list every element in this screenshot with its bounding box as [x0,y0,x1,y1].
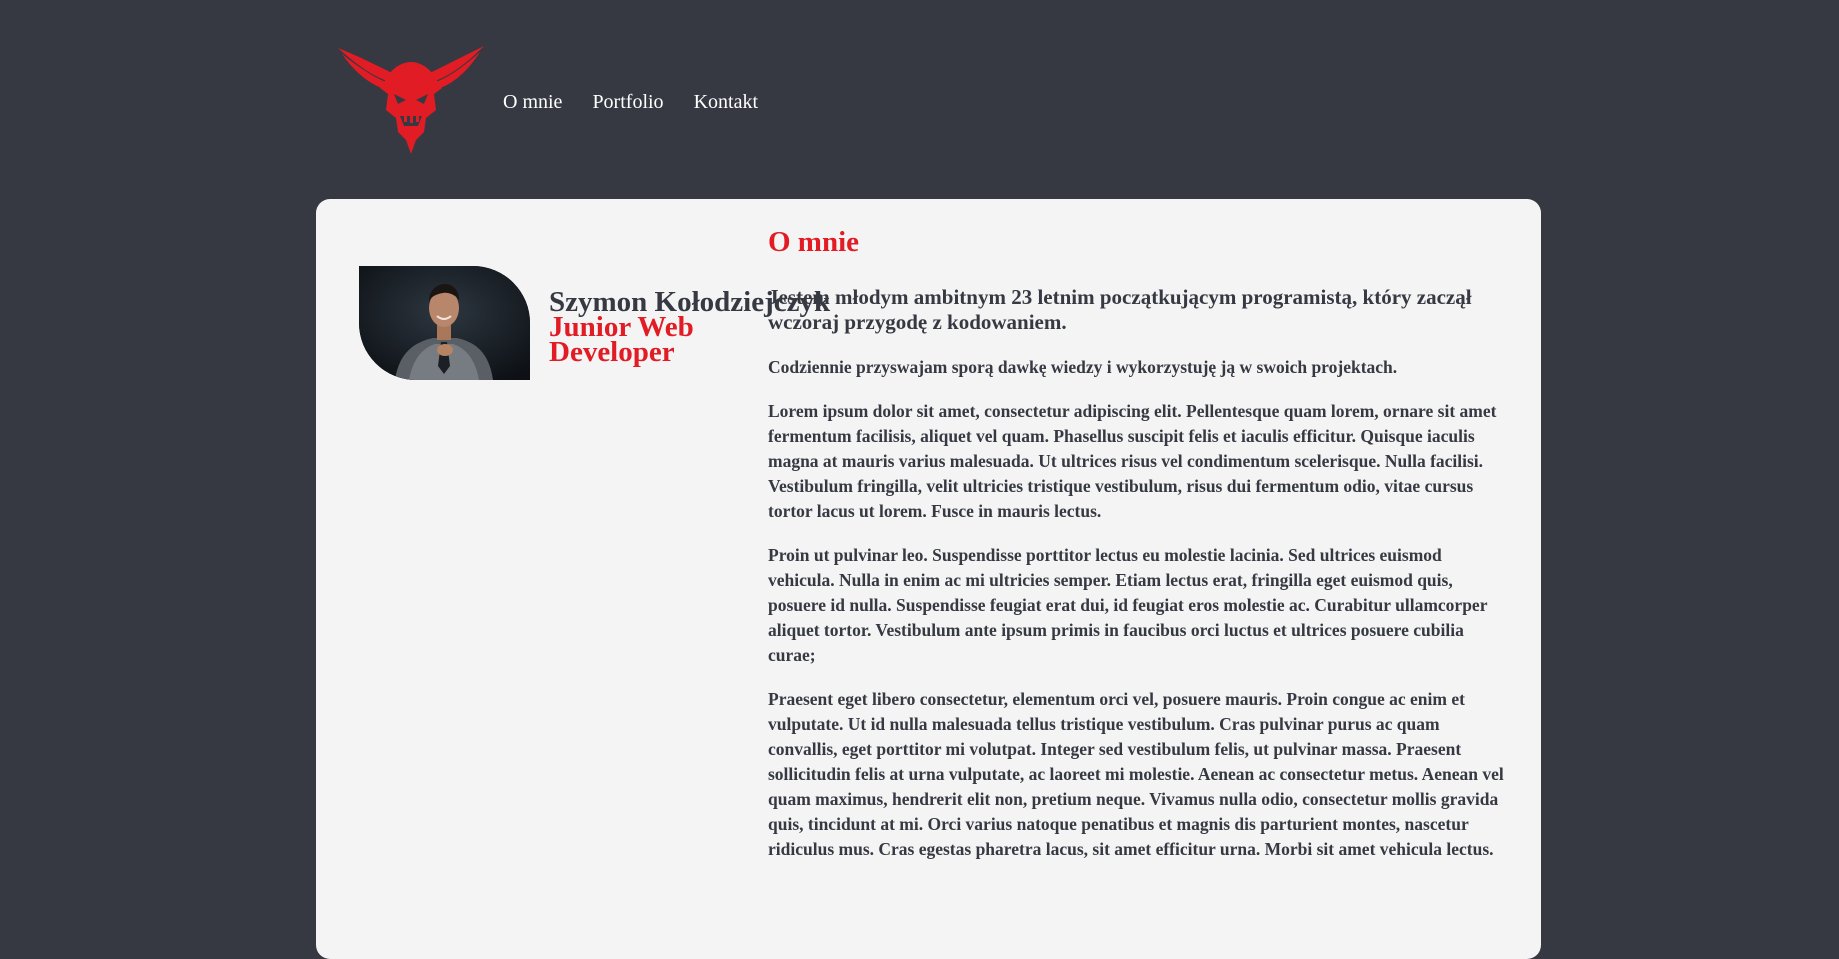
profile-role: Junior Web Developer [549,311,694,368]
paragraph: Codziennie przyswajam sporą dawkę wiedzy… [768,357,1398,377]
paragraph: Praesent eget libero consectetur, elemen… [768,689,1504,859]
site-header: O mnie Portfolio Kontakt [0,0,1839,200]
main-nav: O mnie Portfolio Kontakt [503,90,788,114]
profile-photo [359,266,530,380]
nav-link-portfolio[interactable]: Portfolio [592,90,663,114]
demon-logo-svg [338,46,484,154]
demon-logo-icon[interactable] [338,44,484,154]
section-title: O mnie [768,226,860,258]
about-section: O mnie Jestem młodym ambitnym 23 letnim … [768,225,1508,881]
profile: Szymon Kołodziejczyk Junior Web Develope… [359,266,830,380]
content-card: Szymon Kołodziejczyk Junior Web Develope… [316,199,1541,959]
nav-link-kontakt[interactable]: Kontakt [694,90,758,114]
paragraph: Proin ut pulvinar leo. Suspendisse portt… [768,545,1488,665]
paragraph: Lorem ipsum dolor sit amet, consectetur … [768,401,1497,521]
lead-text: Jestem młodym ambitnym 23 letnim początk… [768,285,1472,334]
person-portrait-icon [359,266,530,380]
nav-link-o-mnie[interactable]: O mnie [503,90,562,114]
